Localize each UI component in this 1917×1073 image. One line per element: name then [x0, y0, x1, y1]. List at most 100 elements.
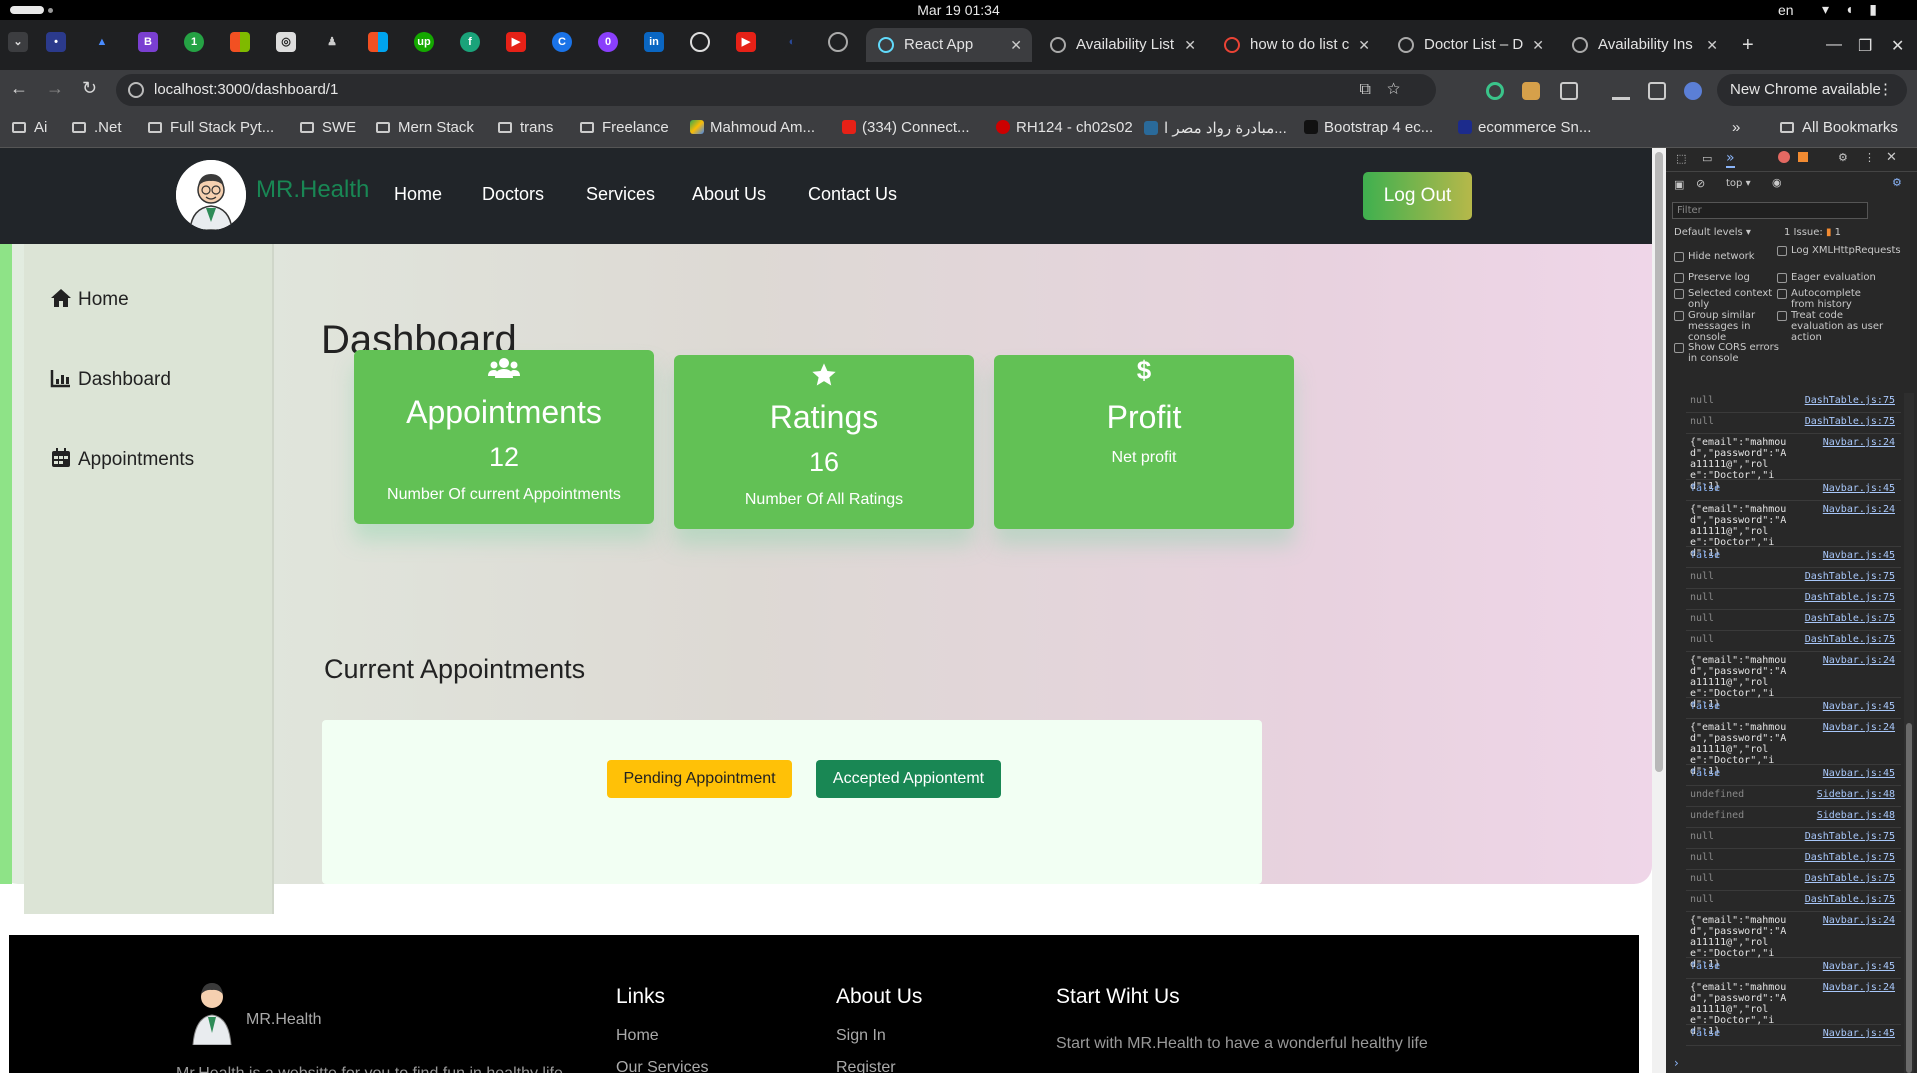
- new-tab-icon[interactable]: +: [1742, 34, 1754, 57]
- footer-brand[interactable]: MR.Health: [246, 1011, 322, 1029]
- bookmarks-overflow-icon[interactable]: »: [1732, 119, 1740, 136]
- bookmark-folder[interactable]: Ai: [12, 119, 47, 136]
- bookmark-item[interactable]: (334) Connect...: [842, 119, 970, 136]
- bookmark-item[interactable]: مبادرة رواد مصر ا...: [1144, 119, 1287, 137]
- checkbox[interactable]: [1777, 273, 1787, 283]
- console-source-link[interactable]: Navbar.js:45: [1823, 483, 1895, 494]
- console-source-link[interactable]: Navbar.js:24: [1823, 655, 1895, 666]
- bookmark-folder[interactable]: Freelance: [580, 119, 669, 136]
- device-toolbar-icon[interactable]: ▭: [1702, 152, 1712, 165]
- close-icon[interactable]: ✕: [1532, 28, 1544, 62]
- pinned-tab-icon[interactable]: •: [46, 32, 66, 52]
- youtube-icon[interactable]: ▶: [736, 32, 756, 52]
- console-source-link[interactable]: DashTable.js:75: [1805, 634, 1895, 645]
- bookmark-item[interactable]: RH124 - ch02s02: [996, 119, 1133, 136]
- console-settings-icon[interactable]: ⚙: [1892, 176, 1902, 189]
- option-show-cors[interactable]: Show CORS errors in console: [1674, 342, 1783, 364]
- console-source-link[interactable]: Navbar.js:24: [1823, 982, 1895, 993]
- sidebar-item-home[interactable]: Home: [50, 288, 129, 311]
- minimize-icon[interactable]: —: [1826, 36, 1842, 54]
- pending-appointment-button[interactable]: Pending Appointment: [607, 760, 792, 798]
- close-icon[interactable]: ✕: [1358, 28, 1370, 62]
- checkbox[interactable]: [1777, 311, 1787, 321]
- checkbox[interactable]: [1674, 343, 1684, 353]
- pinned-tab-icon[interactable]: [230, 32, 250, 52]
- reload-icon[interactable]: ↻: [82, 78, 97, 99]
- system-tray-icons[interactable]: ▾ ◖ ▮: [1822, 1, 1883, 18]
- site-info-icon[interactable]: [128, 82, 144, 98]
- console-source-link[interactable]: DashTable.js:75: [1805, 592, 1895, 603]
- sidebar-toggle-icon[interactable]: ▣: [1674, 178, 1684, 191]
- pinned-tab-icon[interactable]: 0: [598, 32, 618, 52]
- log-levels-dropdown[interactable]: Default levels ▾: [1674, 227, 1751, 238]
- clear-console-icon[interactable]: ⊘: [1696, 177, 1705, 190]
- menu-kebab-icon[interactable]: ⋮: [1878, 74, 1893, 106]
- tab-availability-list[interactable]: Availability List ✕: [1038, 28, 1206, 62]
- forward-icon[interactable]: →: [46, 78, 64, 99]
- bookmark-folder[interactable]: .Net: [72, 119, 122, 136]
- console-source-link[interactable]: Navbar.js:45: [1823, 1028, 1895, 1039]
- pinned-tab-icon[interactable]: ♟: [322, 32, 342, 52]
- option-treat-code[interactable]: Treat code evaluation as user action: [1777, 310, 1886, 343]
- option-log-xhr[interactable]: Log XMLHttpRequests: [1777, 245, 1911, 256]
- nav-services[interactable]: Services: [586, 184, 655, 205]
- tab-doctor-list[interactable]: Doctor List – D ✕: [1386, 28, 1554, 62]
- pinned-tab-icon[interactable]: up: [414, 32, 434, 52]
- checkbox[interactable]: [1777, 289, 1787, 299]
- devtools-menu-icon[interactable]: ⋮: [1864, 151, 1875, 164]
- nav-doctors[interactable]: Doctors: [482, 184, 544, 205]
- checkbox[interactable]: [1777, 246, 1787, 256]
- download-icon[interactable]: [1612, 82, 1630, 100]
- pinned-tab-icon[interactable]: ▲: [92, 32, 112, 52]
- console-source-link[interactable]: DashTable.js:75: [1805, 395, 1895, 406]
- scrollbar-thumb[interactable]: [1906, 723, 1912, 1073]
- bookmark-folder[interactable]: SWE: [300, 119, 356, 136]
- close-window-icon[interactable]: ✕: [1891, 36, 1904, 56]
- console-source-link[interactable]: DashTable.js:75: [1805, 571, 1895, 582]
- checkbox[interactable]: [1674, 252, 1684, 262]
- console-source-link[interactable]: DashTable.js:75: [1805, 852, 1895, 863]
- accepted-appointment-button[interactable]: Accepted Appiontemt: [816, 760, 1001, 798]
- profile-avatar[interactable]: [1684, 82, 1702, 100]
- live-expression-eye-icon[interactable]: ◉: [1772, 176, 1782, 189]
- issues-counter[interactable]: 1 Issue: ▮ 1: [1784, 227, 1841, 238]
- bookmark-folder[interactable]: Full Stack Pyt...: [148, 119, 274, 136]
- pinned-tab-icon[interactable]: ◎: [276, 32, 296, 52]
- option-hide-network[interactable]: Hide network: [1674, 251, 1755, 262]
- console-source-link[interactable]: Navbar.js:45: [1823, 768, 1895, 779]
- console-source-link[interactable]: DashTable.js:75: [1805, 873, 1895, 884]
- address-bar[interactable]: localhost:3000/dashboard/1 ⧉☆: [116, 74, 1436, 106]
- checkbox[interactable]: [1674, 311, 1684, 321]
- bookmark-folder[interactable]: trans: [498, 119, 553, 136]
- keyboard-language[interactable]: en: [1778, 2, 1794, 18]
- linkedin-icon[interactable]: in: [644, 32, 664, 52]
- console-prompt-icon[interactable]: ›: [1674, 1056, 1679, 1070]
- pinned-tab-icon[interactable]: B: [138, 32, 158, 52]
- more-tabs-icon[interactable]: »: [1726, 150, 1735, 168]
- extensions-puzzle-icon[interactable]: [1560, 82, 1578, 100]
- error-count-icon[interactable]: [1778, 151, 1790, 163]
- footer-link-services[interactable]: Our Services: [616, 1059, 708, 1073]
- tab-react-app[interactable]: React App ✕: [866, 28, 1032, 62]
- extension-icon[interactable]: [1486, 82, 1504, 100]
- checkbox[interactable]: [1674, 273, 1684, 283]
- doctor-logo[interactable]: [176, 160, 246, 230]
- address-bar-actions[interactable]: ⧉☆: [1360, 74, 1416, 106]
- close-icon[interactable]: ✕: [1184, 28, 1196, 62]
- footer-link-sign-in[interactable]: Sign In: [836, 1027, 886, 1045]
- close-devtools-icon[interactable]: ✕: [1886, 150, 1897, 165]
- console-source-link[interactable]: DashTable.js:75: [1805, 894, 1895, 905]
- back-icon[interactable]: ←: [10, 78, 28, 99]
- console-source-link[interactable]: DashTable.js:75: [1805, 831, 1895, 842]
- option-preserve-log[interactable]: Preserve log: [1674, 272, 1750, 283]
- footer-link-register[interactable]: Register: [836, 1059, 896, 1073]
- close-icon[interactable]: ✕: [1010, 28, 1022, 62]
- console-source-link[interactable]: Navbar.js:24: [1823, 504, 1895, 515]
- context-selector[interactable]: top ▾: [1726, 178, 1751, 189]
- pinned-tab-icon[interactable]: f: [460, 32, 480, 52]
- console-source-link[interactable]: Navbar.js:24: [1823, 722, 1895, 733]
- console-filter-input[interactable]: Filter: [1672, 202, 1868, 219]
- scrollbar-thumb[interactable]: [1655, 152, 1663, 772]
- pinned-tab-icon[interactable]: ◐: [782, 32, 802, 52]
- sidebar-item-appointments[interactable]: Appointments: [50, 448, 194, 471]
